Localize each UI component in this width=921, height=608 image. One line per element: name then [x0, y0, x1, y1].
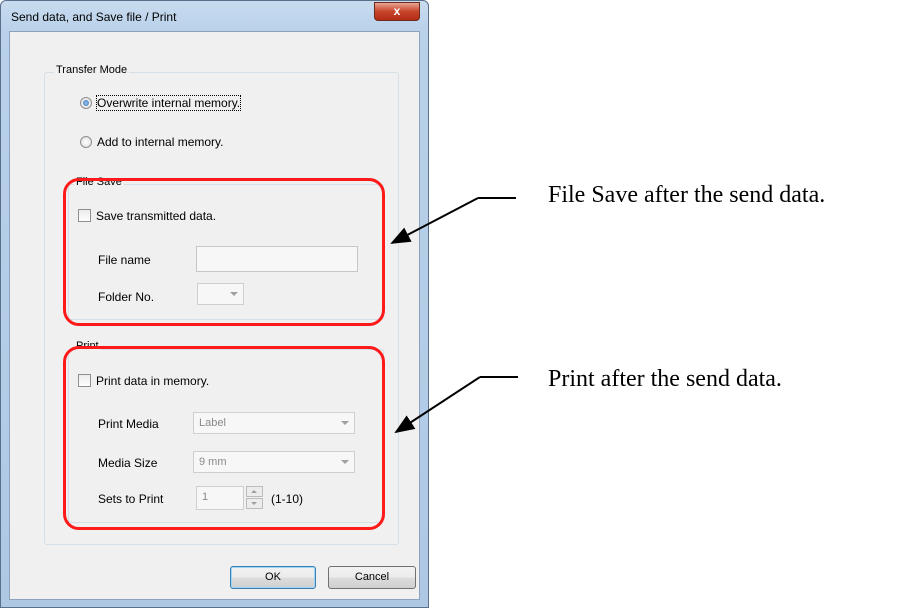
- window-title: Send data, and Save file / Print: [11, 10, 177, 24]
- file-save-highlight: [63, 178, 385, 326]
- ok-button[interactable]: OK: [230, 566, 316, 589]
- radio-overwrite-label[interactable]: Overwrite internal memory.: [95, 95, 242, 111]
- radio-add[interactable]: [80, 136, 92, 148]
- title-bar[interactable]: Send data, and Save file / Print x: [1, 1, 428, 31]
- close-icon: x: [393, 4, 401, 18]
- cancel-button[interactable]: Cancel: [328, 566, 416, 589]
- radio-overwrite[interactable]: [80, 97, 92, 109]
- print-annotation: Print after the send data.: [548, 366, 782, 392]
- file-save-annotation: File Save after the send data.: [548, 182, 826, 208]
- print-highlight: [63, 346, 385, 530]
- radio-add-label[interactable]: Add to internal memory.: [97, 135, 224, 149]
- close-button[interactable]: x: [374, 2, 420, 21]
- transfer-mode-label: Transfer Mode: [54, 64, 130, 76]
